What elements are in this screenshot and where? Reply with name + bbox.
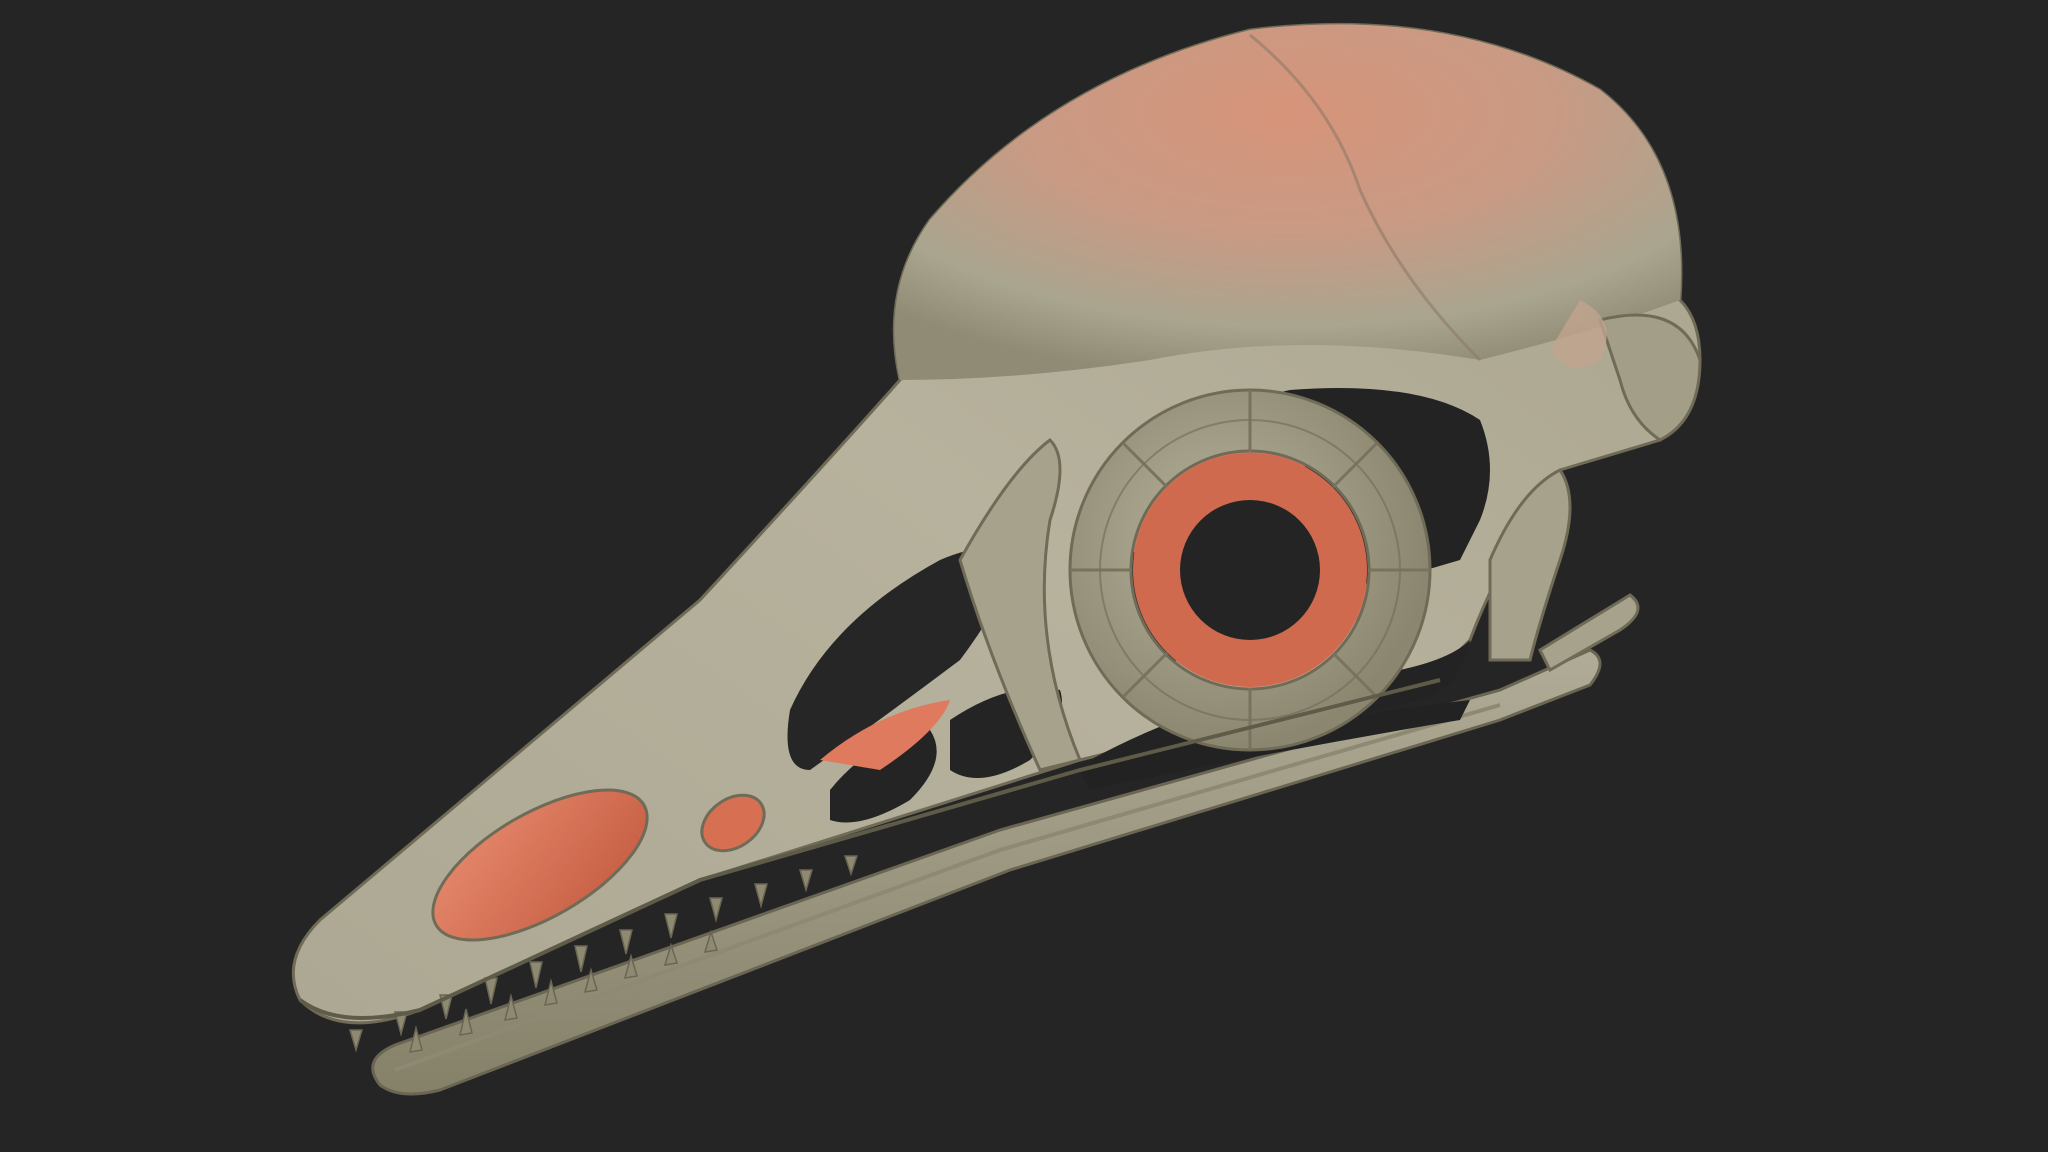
- render-viewport: [0, 0, 2048, 1152]
- skull-render-image: [291, 22, 1702, 1096]
